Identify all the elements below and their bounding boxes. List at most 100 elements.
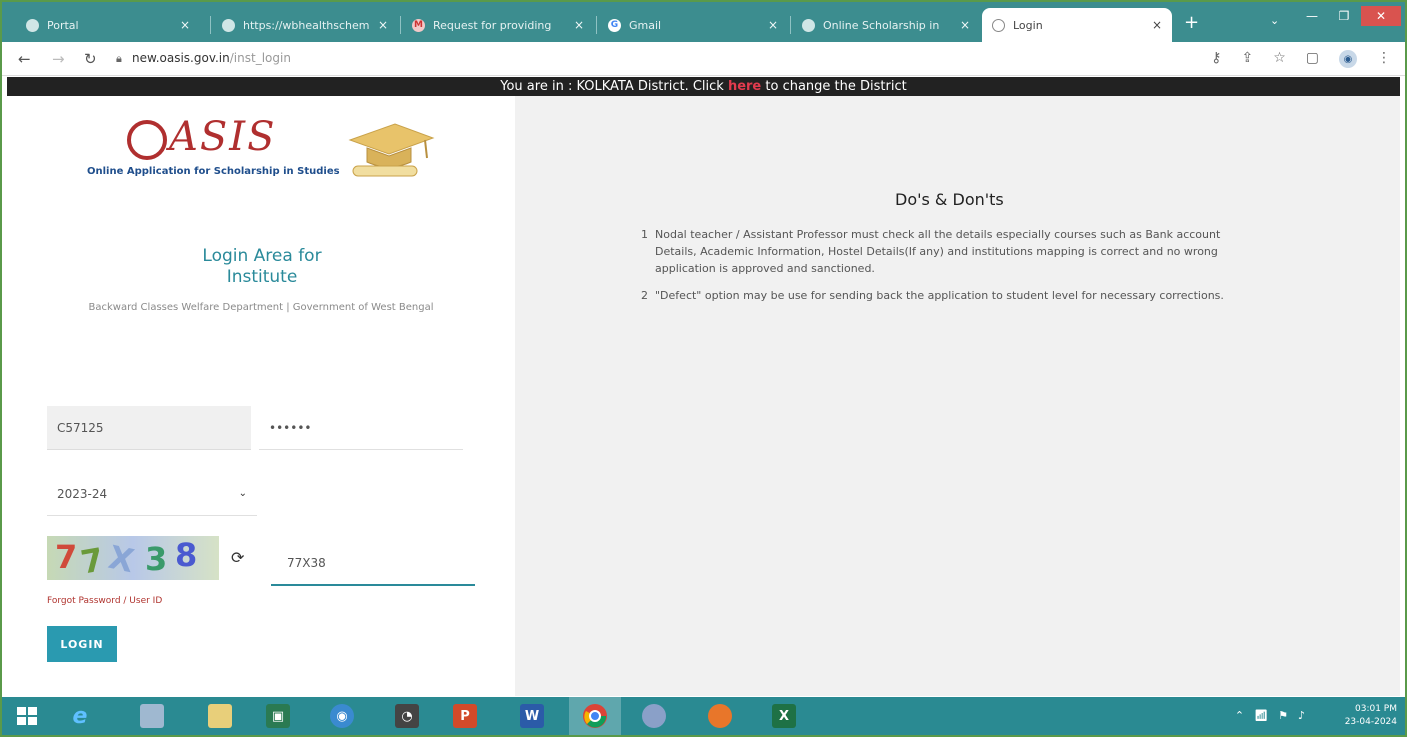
- list-item-number: 2: [641, 289, 648, 302]
- tab-request[interactable]: M Request for providing ×: [402, 8, 594, 42]
- captcha-input[interactable]: 77X38: [271, 542, 475, 586]
- login-title-line1: Login Area for: [202, 246, 322, 266]
- reload-icon[interactable]: ↻: [84, 50, 97, 68]
- google-icon: G: [608, 18, 621, 32]
- close-icon[interactable]: ×: [960, 18, 970, 32]
- network-icon[interactable]: 📶︎: [1254, 709, 1268, 722]
- speaker-icon[interactable]: ♪: [1298, 709, 1305, 722]
- tab-label: Portal: [47, 18, 79, 32]
- url-host: new.oasis.gov.in: [132, 51, 230, 65]
- system-tray: ⌃ 📶︎ ⚑ ♪: [1235, 709, 1305, 722]
- password-field[interactable]: ••••••: [259, 406, 463, 450]
- close-icon[interactable]: ×: [378, 18, 388, 32]
- clock-app-icon[interactable]: ◔: [395, 704, 419, 728]
- profile-avatar[interactable]: ◉: [1339, 50, 1357, 68]
- taskbar-clock[interactable]: 03:01 PM 23-04-2024: [1345, 703, 1397, 729]
- star-icon[interactable]: ☆: [1273, 50, 1286, 68]
- mail-icon: M: [412, 18, 425, 32]
- login-title-line2: Institute: [226, 267, 298, 287]
- url-path: /inst_login: [229, 51, 291, 65]
- captcha-char: 3: [145, 540, 168, 578]
- captcha-char: X: [105, 537, 138, 580]
- back-arrow-icon[interactable]: ←: [18, 50, 31, 68]
- refresh-captcha-icon[interactable]: ⟳: [231, 548, 244, 567]
- list-item-text: Nodal teacher / Assistant Professor must…: [655, 228, 1221, 275]
- globe-icon: [992, 18, 1005, 32]
- close-icon[interactable]: ×: [180, 18, 190, 32]
- tab-label: Request for providing: [433, 18, 552, 32]
- graduation-cap-icon: [348, 123, 435, 177]
- app-window-icon[interactable]: ▣: [266, 704, 290, 728]
- tab-wbhealth[interactable]: https://wbhealthschem ×: [212, 8, 398, 42]
- list-item: 1 Nodal teacher / Assistant Professor mu…: [641, 226, 1261, 277]
- window-controls: — ❐ ✕: [1297, 6, 1401, 26]
- logo-subtitle: Online Application for Scholarship in St…: [87, 166, 340, 177]
- dos-donts-title: Do's & Don'ts: [895, 190, 1004, 209]
- file-explorer-icon[interactable]: [208, 704, 232, 728]
- url-field[interactable]: new.oasis.gov.in/inst_login: [132, 51, 291, 65]
- logo-o-mark: [127, 120, 167, 160]
- chevron-down-icon: ⌄: [238, 488, 247, 499]
- tab-separator: [210, 16, 211, 34]
- user-id-field[interactable]: C57125: [47, 406, 251, 450]
- login-title: Login Area for Institute: [157, 246, 367, 288]
- chrome-icon: [583, 704, 607, 728]
- tab-label: https://wbhealthschem: [243, 18, 370, 32]
- dos-donts-list: 1 Nodal teacher / Assistant Professor mu…: [641, 226, 1261, 314]
- list-item: 2 "Defect" option may be use for sending…: [641, 287, 1261, 304]
- window-close-button[interactable]: ✕: [1361, 6, 1401, 26]
- calculator-icon[interactable]: [140, 704, 164, 728]
- toolbar-icons: ⚷ ⇪ ☆ ▢ ◉ ⋮: [1211, 50, 1391, 68]
- powerpoint-icon[interactable]: P: [453, 704, 477, 728]
- tab-label: Online Scholarship in: [823, 18, 940, 32]
- tab-portal[interactable]: Portal ×: [16, 8, 200, 42]
- browser-tabstrip: Portal × https://wbhealthschem × M Reque…: [2, 2, 1405, 42]
- word-icon[interactable]: W: [520, 704, 544, 728]
- excel-icon[interactable]: X: [772, 704, 796, 728]
- sidebar-icon[interactable]: ▢: [1306, 50, 1319, 68]
- forgot-password-link[interactable]: Forgot Password / User ID: [47, 596, 162, 606]
- close-icon[interactable]: ×: [574, 18, 584, 32]
- globe-icon: [26, 18, 39, 32]
- forward-arrow-icon[interactable]: →: [52, 50, 65, 68]
- tab-label: Gmail: [629, 18, 662, 32]
- chrome-taskbar-button[interactable]: [569, 697, 621, 735]
- change-district-link[interactable]: here: [728, 79, 761, 94]
- new-tab-button[interactable]: +: [1184, 12, 1199, 33]
- tab-separator: [596, 16, 597, 34]
- address-bar-row: ← → ↻ 🔒︎ new.oasis.gov.in/inst_login ⚷ ⇪…: [2, 42, 1405, 76]
- close-icon[interactable]: ×: [768, 18, 778, 32]
- list-item-text: "Defect" option may be use for sending b…: [655, 289, 1224, 302]
- close-icon[interactable]: ×: [1152, 18, 1162, 32]
- lock-icon[interactable]: 🔒︎: [116, 52, 122, 66]
- windows-taskbar: e ▣ ◉ ◔ P W X ⌃ 📶︎ ⚑ ♪ 03:01 PM 23-04-20…: [2, 697, 1405, 735]
- key-icon[interactable]: ⚷: [1211, 50, 1221, 68]
- dos-donts-panel: Do's & Don'ts 1 Nodal teacher / Assistan…: [515, 96, 1400, 696]
- clock-time: 03:01 PM: [1355, 704, 1397, 714]
- tab-login[interactable]: Login ×: [982, 8, 1172, 42]
- list-item-number: 1: [641, 228, 648, 241]
- minimize-button[interactable]: —: [1297, 6, 1327, 26]
- menu-kebab-icon[interactable]: ⋮: [1377, 50, 1391, 68]
- windows-start-icon[interactable]: [16, 706, 38, 726]
- login-button[interactable]: LOGIN: [47, 626, 117, 662]
- tab-separator: [790, 16, 791, 34]
- globe-icon: [222, 18, 235, 32]
- academic-year-select[interactable]: 2023-24 ⌄: [47, 472, 257, 516]
- district-suffix: to change the District: [761, 79, 907, 94]
- tab-separator: [400, 16, 401, 34]
- internet-explorer-icon[interactable]: e: [68, 704, 92, 729]
- clock-date: 23-04-2024: [1344, 717, 1397, 727]
- chevron-down-icon[interactable]: ⌄: [1270, 14, 1279, 27]
- logo-text: ASIS: [169, 114, 277, 160]
- skype-icon[interactable]: ◉: [330, 704, 354, 728]
- tab-online-scholarship[interactable]: Online Scholarship in ×: [792, 8, 980, 42]
- remote-app-icon[interactable]: [642, 704, 666, 728]
- flag-icon[interactable]: ⚑: [1278, 709, 1288, 722]
- share-icon[interactable]: ⇪: [1241, 50, 1253, 68]
- tab-gmail[interactable]: G Gmail ×: [598, 8, 788, 42]
- captcha-image: 7 7 X 3 8: [47, 536, 219, 580]
- chevron-up-icon[interactable]: ⌃: [1235, 709, 1244, 722]
- firefox-icon[interactable]: [708, 704, 732, 728]
- maximize-button[interactable]: ❐: [1329, 6, 1359, 26]
